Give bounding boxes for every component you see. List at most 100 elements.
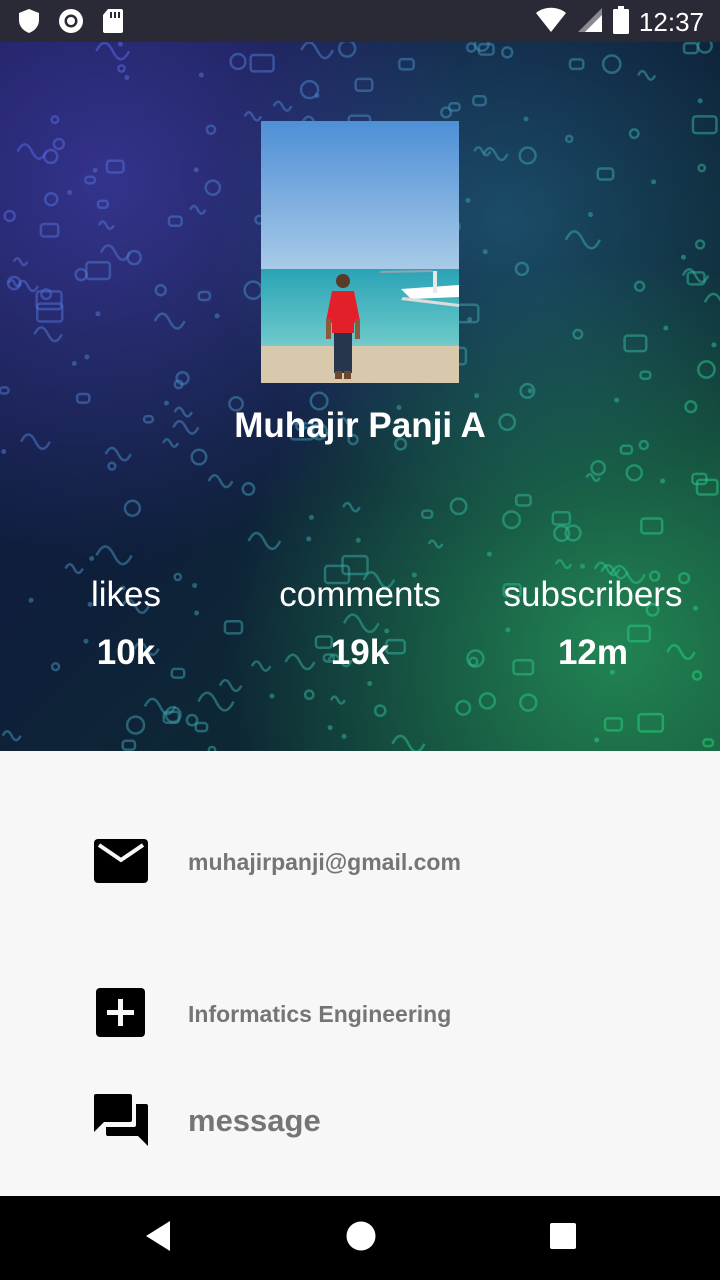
doodle-shape bbox=[472, 95, 487, 107]
doodle-shape bbox=[697, 163, 707, 173]
doodle-shape bbox=[682, 42, 699, 55]
profile-details: muhajirpanji@gmail.com Informatics Engin… bbox=[0, 751, 720, 1196]
doodle-shape bbox=[193, 167, 199, 173]
doodle-shape bbox=[337, 42, 357, 58]
major-row[interactable]: Informatics Engineering bbox=[0, 985, 720, 1045]
stat-subscribers: subscribers 12m bbox=[488, 575, 698, 673]
doodle-shape bbox=[33, 326, 63, 343]
doodle-shape bbox=[95, 311, 101, 317]
doodle-shape bbox=[696, 42, 713, 54]
doodle-shape bbox=[568, 58, 585, 71]
doodle-shape bbox=[249, 53, 275, 73]
doodle-shape bbox=[391, 734, 426, 751]
sd-card-icon bbox=[102, 8, 124, 39]
stat-value: 10k bbox=[96, 633, 156, 672]
doodle-shape bbox=[354, 77, 374, 93]
doodle-shape bbox=[651, 179, 657, 185]
doodle-shape bbox=[269, 693, 275, 699]
doodle-shape bbox=[572, 328, 584, 340]
doodle-shape bbox=[694, 239, 706, 250]
doodle-shape bbox=[42, 148, 59, 165]
stat-label: comments bbox=[279, 575, 441, 614]
doodle-shape bbox=[299, 79, 320, 100]
doodle-shape bbox=[1, 730, 22, 742]
doodle-shape bbox=[117, 42, 123, 47]
doodle-shape bbox=[247, 531, 282, 551]
doodle-shape bbox=[167, 215, 183, 227]
doodle-shape bbox=[89, 555, 95, 561]
doodle-shape bbox=[523, 116, 529, 122]
doodle-shape bbox=[619, 444, 634, 455]
doodle-shape bbox=[75, 392, 91, 404]
home-icon[interactable] bbox=[345, 1220, 377, 1257]
doodle-shape bbox=[204, 179, 222, 196]
doodle-shape bbox=[189, 204, 207, 215]
doodle-shape bbox=[121, 739, 137, 751]
doodle-shape bbox=[154, 284, 167, 297]
doodle-shape bbox=[449, 497, 468, 516]
doodle-shape bbox=[590, 460, 607, 476]
doodle-shape bbox=[551, 511, 572, 526]
doodle-shape bbox=[99, 244, 132, 262]
doodle-shape bbox=[52, 137, 66, 151]
doodle-shape bbox=[614, 397, 620, 403]
doodle-shape bbox=[303, 689, 315, 701]
doodle-shape bbox=[124, 75, 130, 81]
message-text: message bbox=[188, 1103, 321, 1138]
stat-value: 12m bbox=[557, 633, 629, 672]
doodle-shape bbox=[625, 464, 644, 482]
doodle-shape bbox=[554, 559, 573, 570]
profile-header: Muhajir Panji A likes 10k comments 19k s… bbox=[0, 42, 720, 751]
doodle-shape bbox=[3, 209, 16, 223]
doodle-shape bbox=[117, 64, 126, 73]
doodle-shape bbox=[594, 737, 600, 743]
doodle-shape bbox=[327, 725, 333, 731]
doodle-shape bbox=[660, 478, 666, 484]
shield-icon bbox=[18, 8, 40, 39]
doodle-shape bbox=[0, 386, 10, 395]
back-icon[interactable] bbox=[145, 1220, 171, 1257]
signal-icon bbox=[577, 7, 603, 38]
doodle-shape bbox=[272, 100, 293, 112]
status-time: 12:37 bbox=[638, 7, 704, 37]
doodle-shape bbox=[125, 715, 146, 735]
doodle-shape bbox=[628, 128, 640, 140]
doodle-shape bbox=[519, 693, 538, 712]
doodle-shape bbox=[579, 563, 585, 569]
recents-icon[interactable] bbox=[549, 1220, 577, 1257]
doodle-shape bbox=[105, 159, 125, 174]
doodle-shape bbox=[74, 267, 88, 282]
doodle-shape bbox=[502, 510, 522, 530]
stat-value: 19k bbox=[330, 633, 390, 672]
doodle-shape bbox=[123, 499, 142, 517]
stat-comments: comments 19k bbox=[260, 575, 460, 673]
doodle-shape bbox=[16, 143, 48, 160]
doodle-shape bbox=[514, 261, 530, 277]
doodle-shape bbox=[85, 260, 112, 281]
doodle-shape bbox=[43, 191, 59, 207]
doodle-shape bbox=[603, 717, 624, 732]
stat-label: subscribers bbox=[503, 575, 683, 614]
forum-icon bbox=[94, 1094, 148, 1151]
doodle-shape bbox=[163, 400, 169, 406]
doodle-shape bbox=[680, 254, 686, 260]
doodle-shape bbox=[64, 563, 84, 575]
doodle-shape bbox=[420, 509, 434, 519]
doodle-shape bbox=[95, 42, 131, 61]
add-box-icon bbox=[96, 988, 145, 1042]
circle-record-icon bbox=[58, 8, 84, 39]
doodle-shape bbox=[197, 290, 212, 302]
doodle-shape bbox=[67, 190, 73, 196]
doodle-shape bbox=[373, 704, 387, 718]
doodle-shape bbox=[28, 597, 34, 603]
doodle-shape bbox=[190, 448, 208, 466]
doodle-shape bbox=[207, 474, 234, 489]
doodle-shape bbox=[35, 302, 64, 323]
stat-label: likes bbox=[90, 575, 162, 614]
email-row[interactable]: muhajirpanji@gmail.com bbox=[0, 833, 720, 893]
doodle-shape bbox=[587, 212, 593, 218]
email-text: muhajirpanji@gmail.com bbox=[188, 849, 461, 875]
doodle-shape bbox=[596, 167, 615, 181]
doodle-shape bbox=[564, 134, 574, 144]
message-row[interactable]: message bbox=[0, 1091, 720, 1151]
